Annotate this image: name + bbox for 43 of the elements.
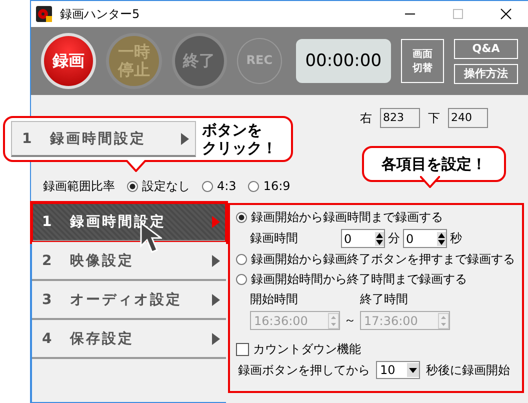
ratio-label: 録画範囲比率 xyxy=(43,178,115,194)
manual-button[interactable]: 操作方法 xyxy=(454,64,518,84)
duration-label: 録画時間 xyxy=(250,230,299,247)
timer-display: 00:00:00 xyxy=(296,39,391,83)
start-time-label: 開始時間 xyxy=(250,291,299,308)
radio-button[interactable] xyxy=(236,274,247,285)
minutes-spinner[interactable]: 0 xyxy=(341,229,385,248)
spin-arrows-icon[interactable] xyxy=(375,232,384,246)
radio-label: 設定なし xyxy=(142,178,190,194)
right-field[interactable]: 823 xyxy=(380,108,420,128)
bottom-label: 下 xyxy=(428,110,440,126)
end-time-label: 終了時間 xyxy=(360,291,408,308)
range-separator: ～ xyxy=(344,312,356,329)
minutes-unit: 分 xyxy=(388,230,400,247)
callout-text: ボタンを クリック！ xyxy=(202,121,277,157)
qa-button[interactable]: Q&A xyxy=(454,38,518,58)
callout-text: 各項目を設定！ xyxy=(382,155,486,173)
seconds-unit: 秒 xyxy=(450,230,462,247)
mode-label: 録画開始から録画終了ボタンを押すまで録画する xyxy=(251,251,515,268)
menu-button-illustration: 1 録画時間設定 xyxy=(11,121,196,157)
radio-button[interactable] xyxy=(127,180,138,192)
radio-label: 16:9 xyxy=(263,179,290,193)
right-label: 右 xyxy=(360,110,372,126)
spin-arrows-icon[interactable] xyxy=(437,232,446,246)
radio-button[interactable] xyxy=(236,254,247,265)
app-icon xyxy=(36,6,52,22)
seconds-spinner[interactable]: 0 xyxy=(403,229,447,248)
seconds-dropdown[interactable]: 10 xyxy=(376,361,420,379)
close-icon[interactable] xyxy=(500,8,512,20)
mode-label: 録画開始時間から終了時間まで録画する xyxy=(251,271,467,288)
checkbox[interactable] xyxy=(236,343,249,356)
radio-button[interactable] xyxy=(236,212,247,223)
record-control-button[interactable]: 録画 xyxy=(41,33,96,89)
countdown-label: カウントダウン機能 xyxy=(253,341,361,358)
countdown-prefix: 録画ボタンを押してから xyxy=(238,362,370,378)
radio-button[interactable] xyxy=(202,180,213,192)
mode-label: 録画開始から録画時間まで録画する xyxy=(251,209,443,226)
screen-switch-button[interactable]: 画面 切替 xyxy=(400,39,444,83)
window-title: 録画ハンター5 xyxy=(60,6,140,22)
countdown-suffix: 秒後に録画開始 xyxy=(426,362,510,378)
bottom-field[interactable]: 240 xyxy=(448,108,488,128)
radio-label: 4:3 xyxy=(217,179,236,193)
radio-button[interactable] xyxy=(248,180,260,192)
